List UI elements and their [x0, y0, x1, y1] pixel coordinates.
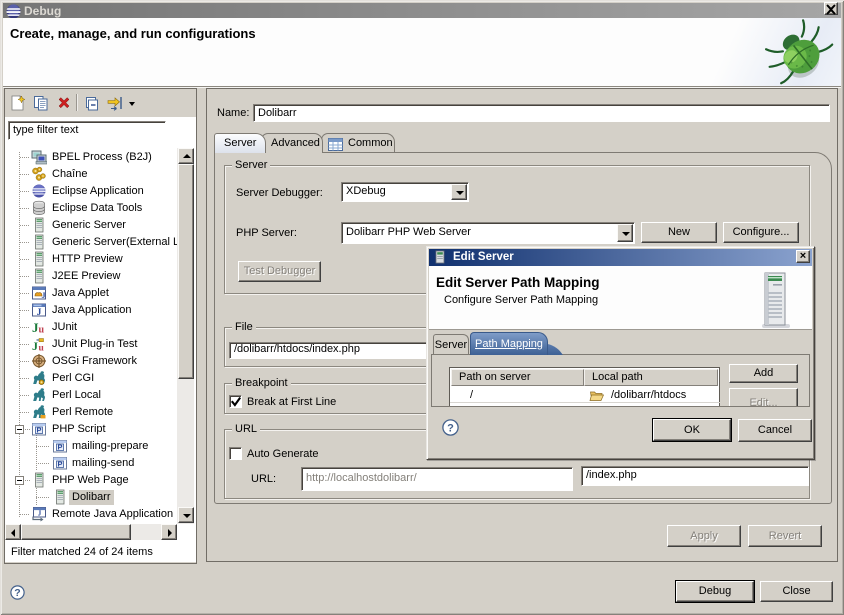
svg-text:J: J [32, 339, 38, 352]
svg-text:J: J [42, 291, 46, 300]
svg-text:P: P [57, 443, 62, 452]
svg-text:P: P [36, 426, 41, 435]
svg-text:?: ? [14, 587, 20, 599]
svg-text:P: P [57, 460, 62, 469]
svg-text:u: u [39, 344, 45, 353]
svg-text:?: ? [447, 423, 454, 435]
svg-text:J: J [38, 510, 42, 518]
svg-text:u: u [39, 325, 45, 336]
svg-text:J: J [37, 308, 42, 318]
